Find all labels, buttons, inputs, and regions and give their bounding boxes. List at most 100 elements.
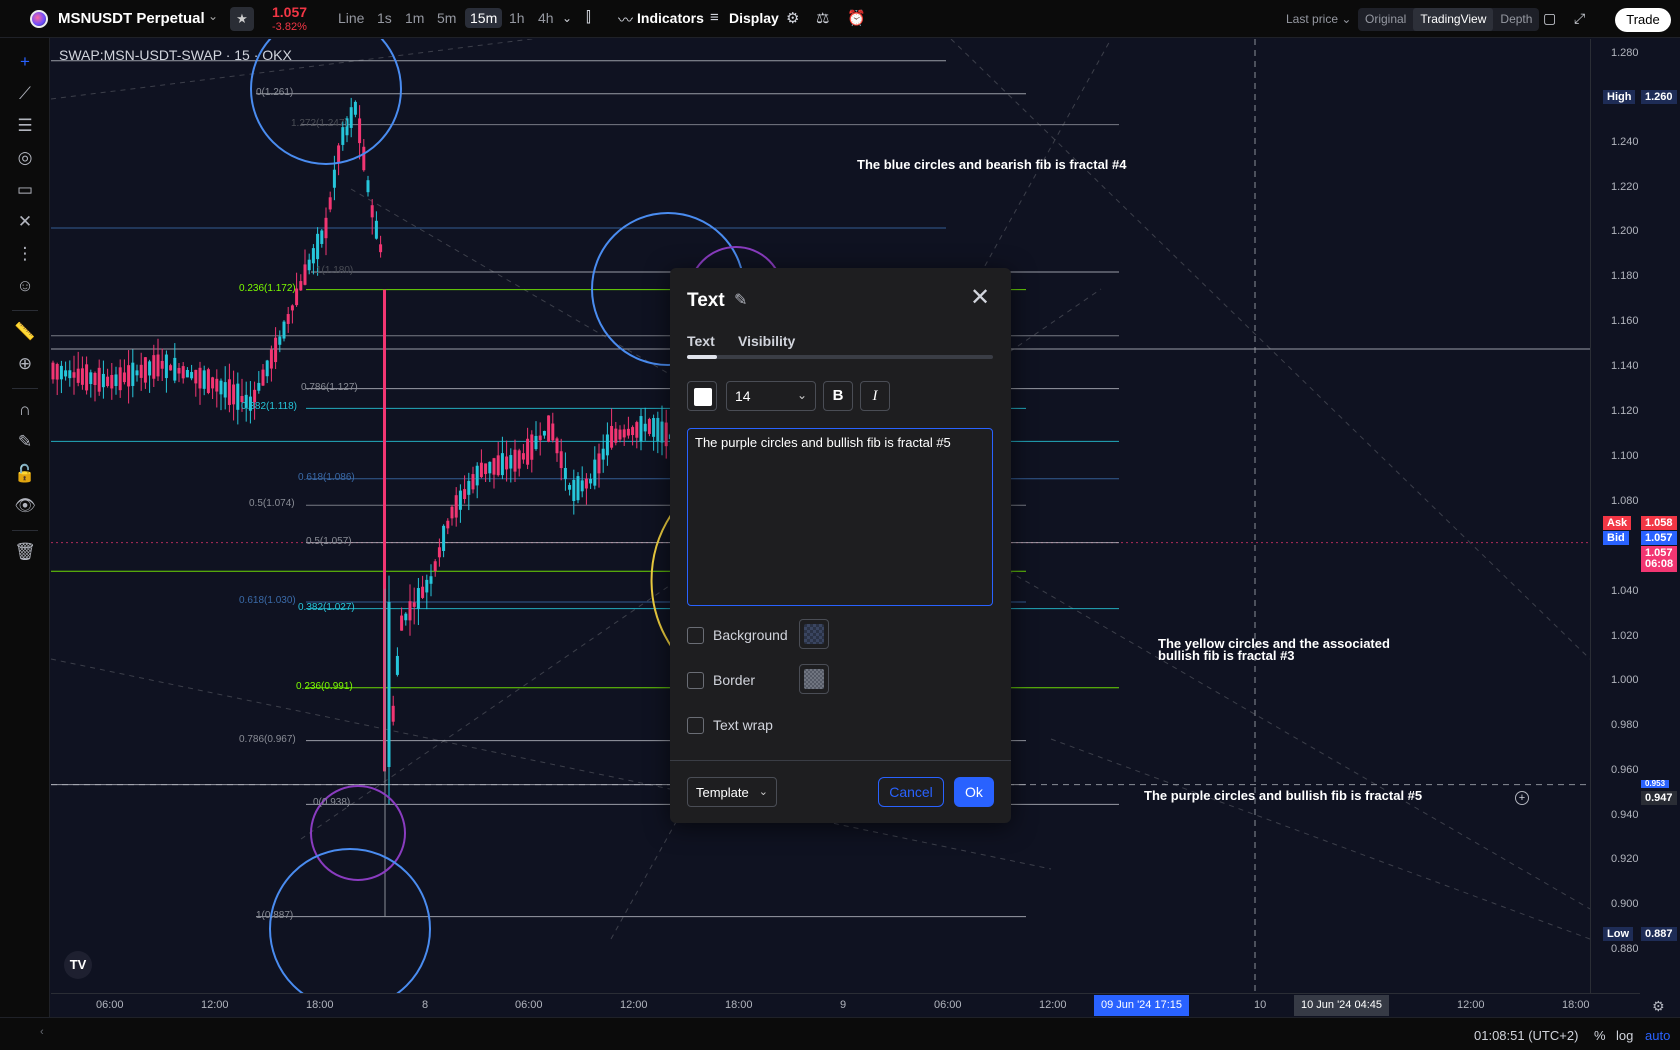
annotation-fractal-3[interactable]: The yellow circles and the associated bu… [1158,637,1390,662]
compare-scale-icon[interactable]: ⚖ [816,9,829,27]
chevron-down-icon: ⌄ [758,786,768,798]
annotation-fractal-5[interactable]: The purple circles and bullish fib is fr… [1144,789,1422,802]
lock-drawing-icon[interactable]: ✎ [13,430,37,454]
chart-symbol-title: SWAP:MSN-USDT-SWAP · 15 · OKX [59,47,292,63]
circle-tool-icon[interactable]: ◎ [13,146,37,170]
timeframe-4h[interactable]: 4h [538,10,554,26]
timeframe-1h[interactable]: 1h [509,10,525,26]
price-tick: 1.180 [1611,270,1639,282]
candle-body [521,453,525,460]
last-price-select[interactable]: Last price ⌄ [1286,12,1351,26]
view-tradingview[interactable]: TradingView [1413,8,1494,31]
text-color-swatch[interactable] [687,381,717,411]
candle-type-icon[interactable]: ⫿ [586,9,591,26]
candle-body [559,451,563,469]
tab-text[interactable]: Text [687,333,715,349]
settings-gear-icon[interactable]: ⚙ [1652,998,1665,1015]
favorite-star-icon[interactable]: ★ [230,7,254,31]
trend-line-icon[interactable]: ⟋ [13,82,37,106]
crosshair-icon[interactable]: + [13,50,37,74]
symbol-name[interactable]: MSNUSDT Perpetual [58,10,205,27]
lock-icon[interactable]: 🔓 [13,462,37,486]
magnet-icon[interactable]: ∩ [13,398,37,422]
collapse-arrow-icon[interactable]: ‹ [40,1026,44,1038]
fib-tool-icon[interactable]: ⋮ [13,242,37,266]
settings-gear-icon[interactable]: ⚙ [786,9,799,27]
candle-body [122,372,126,383]
candle-body [496,455,500,476]
candle-body [442,525,446,551]
price-tick: 0.940 [1611,809,1639,821]
text-wrap-checkbox[interactable] [687,717,704,734]
bold-button[interactable]: B [823,381,853,411]
display-button[interactable]: Display [729,10,779,26]
border-checkbox[interactable] [687,672,704,689]
pattern-icon[interactable]: ✕ [13,210,37,234]
tradingview-logo-icon[interactable]: TV [64,951,92,979]
candle-body [412,602,416,607]
layout-square-icon[interactable]: ▢ [1543,10,1556,27]
tab-visibility[interactable]: Visibility [738,333,795,349]
fullscreen-icon[interactable]: ⤢ [1574,10,1585,27]
view-depth[interactable]: Depth [1493,8,1539,31]
price-tick: 1.280 [1611,47,1639,59]
candle-body [568,485,572,490]
trade-button[interactable]: Trade [1615,8,1671,32]
cancel-button[interactable]: Cancel [878,777,944,807]
dialog-divider [670,760,1011,761]
clock-timezone[interactable]: 01:08:51 (UTC+2) [1474,1028,1578,1043]
candle-body [446,520,450,529]
timeframe-1s[interactable]: 1s [377,10,392,26]
annotation-icon[interactable]: ▭ [13,178,37,202]
swatch-fill [804,669,824,689]
ruler-icon[interactable]: 📏 [13,320,37,344]
time-tick: 18:00 [725,999,753,1011]
horizontal-lines-icon[interactable]: ☰ [13,114,37,138]
add-alert-plus-icon[interactable]: + [1515,791,1529,805]
candle-body [286,314,290,324]
price-scale[interactable]: 1.280 High 1.260 1.240 1.220 1.200 1.180… [1515,39,1680,1017]
log-toggle[interactable]: log [1616,1028,1633,1043]
candle-body [555,438,559,454]
italic-button[interactable]: I [860,381,890,411]
timeframe-chevron-icon[interactable]: ⌄ [562,11,572,25]
timeframe-15m[interactable]: 15m [465,8,503,28]
candle-body [173,357,177,381]
candle-body [190,372,194,379]
zoom-in-icon[interactable]: ⊕ [13,352,37,376]
alert-bell-icon[interactable]: ⏰ [847,9,866,27]
background-color-swatch[interactable] [799,619,829,649]
timeframe-line[interactable]: Line [338,10,364,26]
background-checkbox[interactable] [687,627,704,644]
bid-value: 1.057 [1641,531,1677,545]
visibility-eye-icon[interactable]: 👁 [13,494,37,518]
candle-body [400,615,404,631]
candle-body [72,372,76,378]
font-size-select[interactable]: 14 ⌄ [726,381,816,411]
timeframe-5m[interactable]: 5m [437,10,456,26]
candle-body [97,367,101,392]
chevron-down-icon[interactable]: ⌄ [208,9,218,23]
candle-body [341,127,345,145]
auto-scale-toggle[interactable]: auto [1645,1028,1670,1043]
rename-pencil-icon[interactable]: ✎ [734,290,747,310]
border-color-swatch[interactable] [799,664,829,694]
display-icon[interactable]: ≡ [710,9,719,26]
emoji-icon[interactable]: ☺ [13,274,37,298]
candle-body [257,382,261,391]
time-axis[interactable]: 06:00 12:00 18:00 8 06:00 12:00 18:00 9 … [51,993,1665,1017]
symbol-logo-icon[interactable] [30,10,48,28]
text-input[interactable]: The purple circles and bullish fib is fr… [687,428,993,606]
status-bar: ‹ 01:08:51 (UTC+2) % log auto [0,1017,1680,1050]
template-dropdown[interactable]: Template ⌄ [687,777,777,807]
ok-button[interactable]: Ok [954,777,994,807]
timeframe-1m[interactable]: 1m [405,10,424,26]
indicators-icon[interactable]: 〰 [618,9,633,30]
trash-icon[interactable]: 🗑 [13,540,37,564]
annotation-fractal-4[interactable]: The blue circles and bearish fib is frac… [857,158,1127,171]
view-original[interactable]: Original [1358,8,1413,31]
indicators-button[interactable]: Indicators [637,10,704,26]
close-icon[interactable]: ✕ [970,286,990,310]
candle-body [101,373,105,388]
percent-toggle[interactable]: % [1594,1028,1606,1043]
